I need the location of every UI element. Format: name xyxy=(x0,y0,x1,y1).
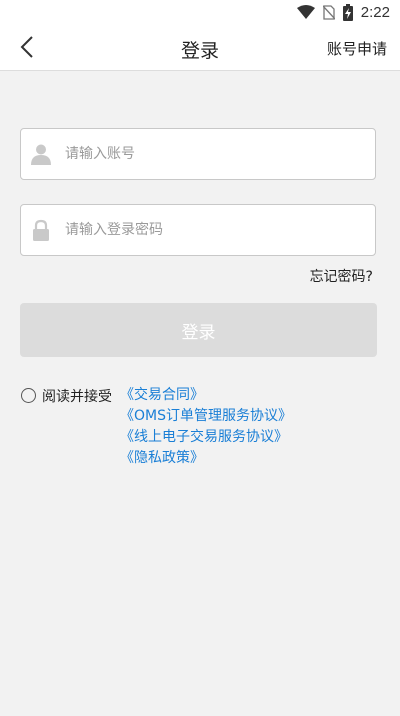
header: 登录 账号申请 xyxy=(0,24,400,71)
status-bar: 2:22 xyxy=(0,0,400,24)
status-icons: 2:22 xyxy=(296,3,390,21)
password-field[interactable] xyxy=(20,204,376,256)
status-time: 2:22 xyxy=(360,3,390,21)
forgot-password-link[interactable]: 忘记密码? xyxy=(310,266,373,286)
user-icon xyxy=(31,144,51,165)
login-button[interactable]: 登录 xyxy=(20,303,377,357)
trade-contract-link[interactable]: 《交易合同》 xyxy=(120,386,292,404)
lock-icon xyxy=(33,219,49,241)
account-input[interactable] xyxy=(65,129,375,179)
agreement-radio[interactable] xyxy=(21,388,36,403)
battery-charging-icon xyxy=(342,3,353,21)
oms-agreement-link[interactable]: 《OMS订单管理服务协议》 xyxy=(120,407,292,425)
wifi-icon xyxy=(296,5,315,19)
agreement-prefix: 阅读并接受 xyxy=(42,389,112,405)
no-sim-icon xyxy=(322,4,335,20)
privacy-policy-link[interactable]: 《隐私政策》 xyxy=(120,449,292,467)
account-apply-button[interactable]: 账号申请 xyxy=(327,38,387,59)
online-trade-agreement-link[interactable]: 《线上电子交易服务协议》 xyxy=(120,428,292,446)
agreement-links: 《交易合同》 《OMS订单管理服务协议》 《线上电子交易服务协议》 《隐私政策》 xyxy=(120,386,292,467)
account-field[interactable] xyxy=(20,128,376,180)
password-input[interactable] xyxy=(65,205,375,255)
